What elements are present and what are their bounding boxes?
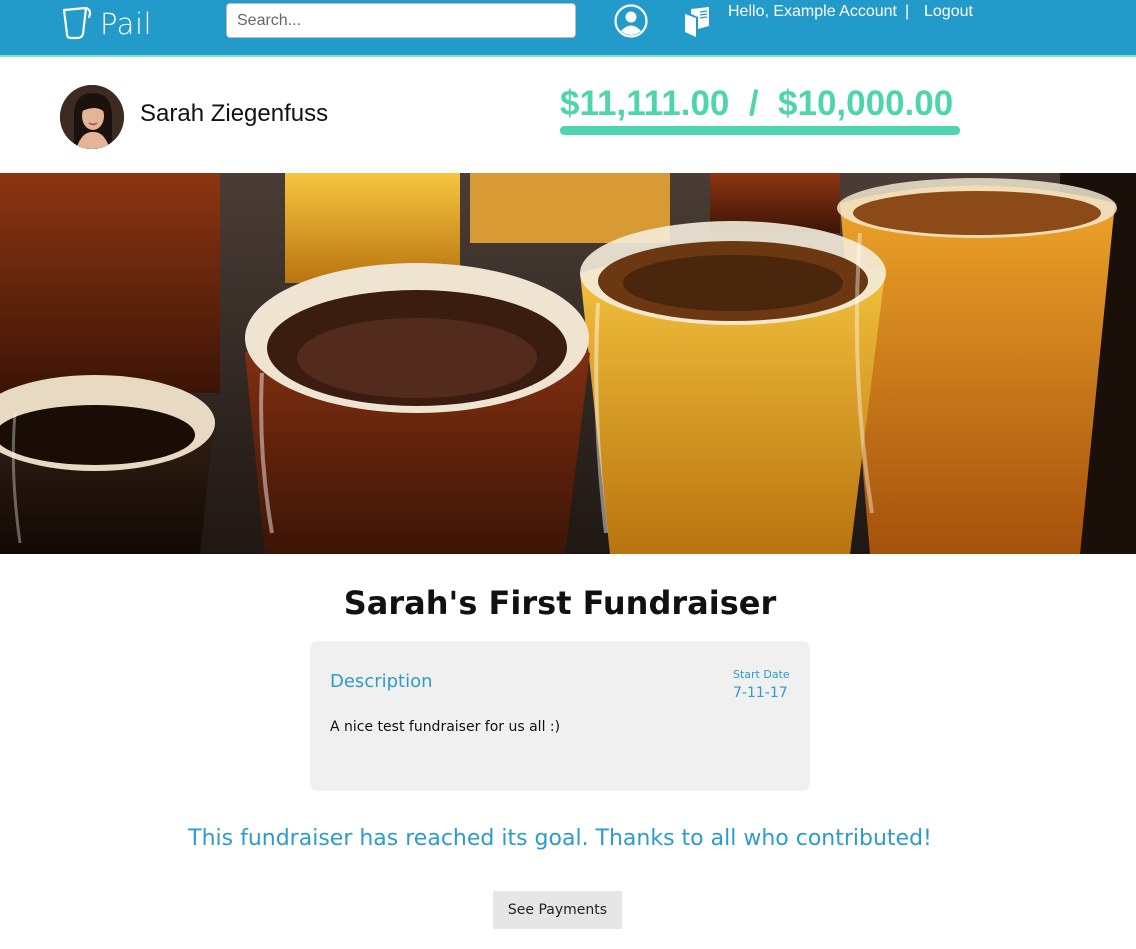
- progress-bar: [560, 126, 960, 135]
- logo-text: Pail: [100, 7, 153, 41]
- progress-bar-fill: [560, 126, 960, 135]
- home-logo-link[interactable]: Pail: [60, 4, 152, 44]
- pail-logo-icon: [60, 4, 92, 45]
- amount-goal: $10,000.00: [778, 84, 954, 123]
- search-input[interactable]: [226, 3, 576, 38]
- amount-raised-summary: $11,111.00 / $10,000.00: [560, 84, 953, 124]
- greeting-text: Hello, Example Account: [728, 3, 897, 20]
- user-icon[interactable]: [614, 4, 648, 38]
- goal-reached-message: This fundraiser has reached its goal. Th…: [188, 826, 932, 851]
- description-heading: Description: [330, 671, 433, 692]
- avatar[interactable]: [60, 85, 124, 149]
- description-text: A nice test fundraiser for us all :): [330, 719, 561, 735]
- amount-raised: $11,111.00: [560, 84, 730, 123]
- start-date-label: Start Date: [733, 668, 790, 681]
- logout-link[interactable]: Logout: [924, 3, 973, 21]
- fundraiser-title: Sarah's First Fundraiser: [343, 584, 777, 622]
- book-icon[interactable]: [682, 6, 716, 40]
- description-card: Description Start Date 7-11-17 A nice te…: [310, 641, 810, 791]
- start-date-value: 7-11-17: [733, 685, 788, 701]
- nav-separator: |: [905, 3, 910, 20]
- owner-name[interactable]: Sarah Ziegenfuss: [140, 100, 328, 128]
- top-navbar: Pail Hello, Example Account | Logout: [0, 0, 1136, 57]
- amount-separator: /: [748, 84, 759, 123]
- fundraiser-banner-image: [0, 173, 1136, 554]
- see-payments-button[interactable]: See Payments: [493, 891, 622, 929]
